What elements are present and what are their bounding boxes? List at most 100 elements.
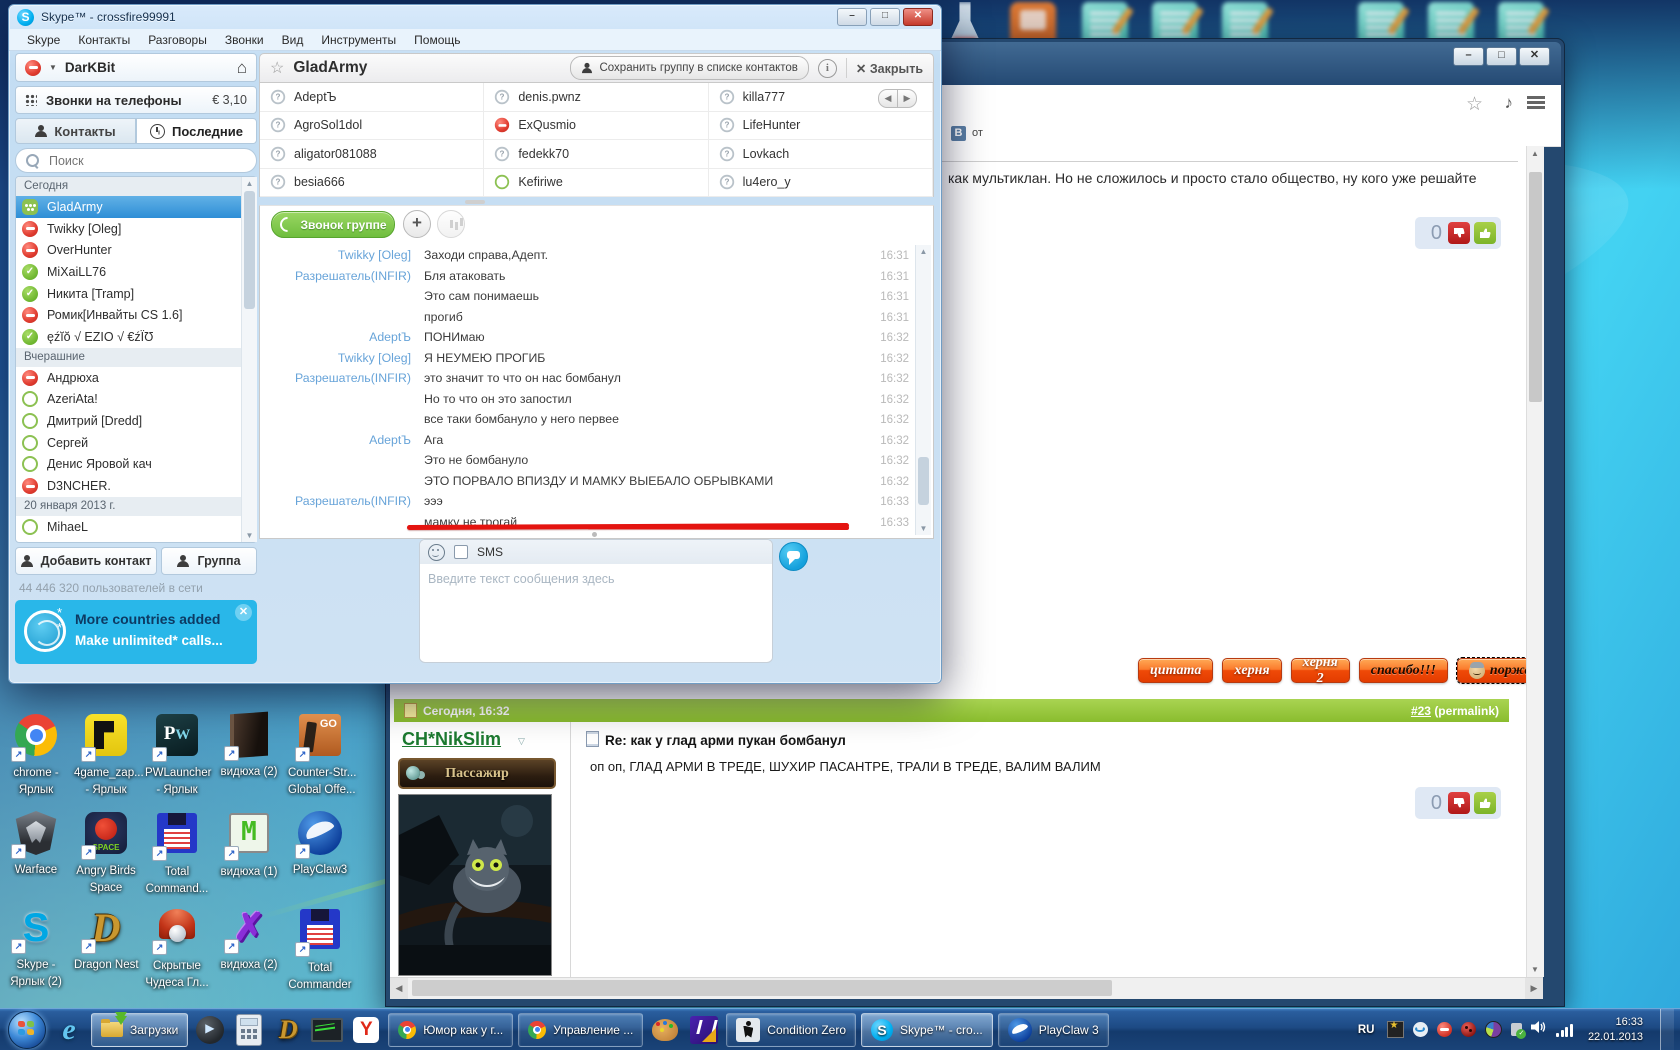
contact-row[interactable]: GladArmy [16,196,241,218]
contact-row[interactable]: AzeriAta! [16,389,241,411]
volume-icon[interactable] [1531,1020,1547,1039]
user-status-bar[interactable]: ▼ DarKBit ⌂ [15,53,257,82]
taskbar-downloads-button[interactable]: Загрузки [91,1013,188,1047]
thumbs-down-button[interactable] [1448,222,1470,244]
taskbar-chrome-window-1[interactable]: Юмор как у г... [388,1013,513,1047]
desktop-icon-dragon[interactable]: D↗Dragon Nest [74,906,138,974]
desktop-icon-floppy[interactable]: ↗TotalCommander [288,906,352,993]
skype-titlebar[interactable]: S Skype™ - crossfire99991 – □ ✕ [9,5,941,29]
group-member-cell[interactable]: besia666 [260,169,484,198]
forum-button-1[interactable]: цитата [1138,658,1213,683]
usb-eject-icon[interactable] [1511,1023,1522,1036]
menu-item-вид[interactable]: Вид [274,33,312,47]
save-group-button[interactable]: Сохранить группу в списке контактов [570,56,808,80]
page-left-icon[interactable]: ◀ [878,89,898,108]
chat-message-row[interactable]: Разрешатель(INFIR)это значит то что он н… [261,371,911,392]
message-author[interactable]: Разрешатель(INFIR) [261,494,411,508]
show-desktop-button[interactable] [1660,1009,1674,1050]
splitter-handle[interactable] [465,200,485,204]
menu-item-звонки[interactable]: Звонки [217,33,272,47]
menu-item-инструменты[interactable]: Инструменты [313,33,404,47]
desktop-icon-angrybirds[interactable]: ↗Angry BirdsSpace [74,810,138,896]
taskbar-condition-zero-button[interactable]: Condition Zero [726,1013,856,1047]
security-star-icon[interactable] [1387,1021,1404,1038]
yandex-browser-icon[interactable]: Y [349,1013,383,1047]
calculator-icon[interactable] [232,1013,266,1047]
contact-row[interactable]: MihaeL [16,516,241,538]
sms-checkbox[interactable] [454,545,468,559]
menu-item-помощь[interactable]: Помощь [406,33,468,47]
chat-message-row[interactable]: Twikky [Oleg]Заходи справа,Адепт.16:31 [261,248,911,269]
desktop-icon-g4[interactable]: ↗4game_zap...- Ярлык [74,712,138,798]
desktop-icon-playclaw[interactable]: ↗PlayClaw3 [288,810,352,879]
chat-message-row[interactable]: Twikky [Oleg]Я НЕУМЕЮ ПРОГИБ16:32 [261,351,911,372]
browser-horizontal-scrollbar[interactable]: ◀ ▶ [390,977,1543,999]
message-author[interactable]: Twikky [Oleg] [261,248,411,262]
promo-banner[interactable]: ✕ More countries added Make unlimited* c… [15,600,257,664]
start-button[interactable] [8,1011,46,1049]
contact-row[interactable]: Никита [Tramp] [16,283,241,305]
desktop-icon-pw[interactable]: PW↗PWLauncher- Ярлык [145,712,209,798]
dragon-nest-icon[interactable]: D [271,1013,305,1047]
skype-minimize-button[interactable]: – [837,8,867,26]
skype-busy-icon[interactable] [1437,1022,1452,1037]
scroll-up-icon[interactable]: ▲ [916,247,931,256]
chat-message-row[interactable]: Но то что он это запостил16:32 [261,392,911,413]
emoticon-icon[interactable] [428,544,445,561]
author-dropdown-icon[interactable]: ▽ [518,736,525,747]
forum-button-2[interactable]: херня [1222,658,1281,683]
browser-vertical-scrollbar[interactable]: ▲ ▼ [1526,146,1544,977]
message-author[interactable]: AdeptЪ [261,330,411,344]
group-member-cell[interactable]: LifeHunter [709,112,933,141]
message-author[interactable]: Twikky [Oleg] [261,351,411,365]
close-conversation-button[interactable]: ✕ Закрыть [856,61,923,76]
group-member-cell[interactable]: fedekk70 [484,140,708,169]
desktop-icon-csgo[interactable]: ↗Counter-Str...Global Offe... [288,712,352,798]
thumbs-up-button[interactable] [1474,222,1496,244]
monitor-tool-icon[interactable] [310,1013,344,1047]
desktop-icon-book[interactable]: ↗видюха (2) [217,712,281,781]
banner-close-icon[interactable]: ✕ [235,604,252,621]
search-box[interactable] [15,148,257,173]
post-author-link[interactable]: CH*NikSlim [402,729,501,750]
message-author[interactable]: Разрешатель(INFIR) [261,269,411,283]
user-status-busy-icon[interactable] [25,60,41,76]
contact-row[interactable]: Дмитрий [Dredd] [16,410,241,432]
menu-item-разговоры[interactable]: Разговоры [140,33,215,47]
desktop-icon-chrome[interactable]: ↗chrome -Ярлык [4,712,68,798]
thumbs-up-button[interactable] [1474,792,1496,814]
contact-row[interactable]: D3NCHER. [16,475,241,497]
taskbar-clock[interactable]: 16:33 22.01.2013 [1588,1015,1643,1045]
forum-button-4[interactable]: спасибо!!! [1359,658,1448,683]
favorite-star-icon[interactable]: ☆ [270,58,284,78]
info-button[interactable]: i [818,59,837,78]
add-participant-button[interactable]: + [403,210,431,238]
scrollbar-thumb[interactable] [412,980,1112,996]
chat-scrollbar[interactable]: ▲ ▼ [915,245,931,535]
desktop-icon-mpixel[interactable]: M↗видюха (1) [217,810,281,881]
splitter-dot[interactable] [592,532,597,537]
chat-message-row[interactable]: AdeptЪПОНИмаю16:32 [261,330,911,351]
desktop-icon-skype[interactable]: S↗Skype -Ярлык (2) [4,906,68,990]
send-message-button[interactable] [779,542,808,571]
pie-chart-icon[interactable] [1485,1021,1502,1038]
search-input[interactable] [47,153,221,169]
scroll-left-icon[interactable]: ◀ [390,978,408,999]
page-right-icon[interactable]: ▶ [898,89,917,108]
remote-access-icon[interactable] [1413,1022,1428,1037]
group-member-cell[interactable]: Lovkach [709,140,933,169]
scrollbar-thumb[interactable] [244,191,255,309]
chat-message-row[interactable]: Разрешатель(INFIR)эээ16:33 [261,494,911,515]
forum-button-3[interactable]: херня 2 [1291,658,1350,683]
desktop-icon-purplex[interactable]: ✗↗видюха (2) [217,906,281,974]
contact-row[interactable]: Андрюха [16,367,241,389]
menu-hamburger-icon[interactable] [1527,96,1545,99]
skype-maximize-button[interactable]: □ [870,8,900,26]
scroll-down-icon[interactable]: ▼ [916,524,931,533]
scroll-right-icon[interactable]: ▶ [1525,978,1543,999]
contact-row[interactable]: Twikky [Oleg] [16,218,241,240]
thumbs-down-button[interactable] [1448,792,1470,814]
group-member-cell[interactable]: AgroSol1dol [260,112,484,141]
extension-note-icon[interactable]: ♪ [1505,93,1514,113]
group-member-cell[interactable]: aligator081088 [260,140,484,169]
